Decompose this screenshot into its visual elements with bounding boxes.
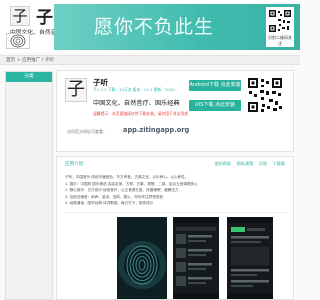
breadcrumb-bar: 首页 > 应用推广 / 子听 bbox=[0, 55, 300, 65]
banner-qr: 识别二维码关注 bbox=[266, 7, 294, 47]
app-url-link[interactable]: app.zitingapp.org bbox=[123, 126, 189, 134]
fingerprint-icon bbox=[117, 217, 167, 299]
intro-line: 4. 经典诵读：国学经典·诗词歌赋，每日打卡，陪伴成长 bbox=[65, 201, 154, 205]
detail-links: 使用帮助 隐私政策 问答 下载量 bbox=[210, 161, 285, 167]
breadcrumb[interactable]: 首页 > 应用推广 / 子听 bbox=[6, 57, 54, 63]
detail-link[interactable]: 隐私政策 bbox=[237, 161, 254, 166]
site-logo[interactable]: 子 bbox=[10, 6, 30, 26]
download-warning: 温馨提示：本页面链接仅供下载安装，请勿用于非法用途 bbox=[93, 111, 188, 116]
android-download-button[interactable]: Android下载 点此安装 bbox=[189, 80, 241, 91]
app-screenshot-2[interactable] bbox=[173, 217, 219, 299]
detail-title: 应用介绍 bbox=[65, 162, 84, 167]
sidebar-header[interactable]: 分类 bbox=[6, 72, 52, 82]
ios-download-button[interactable]: iOS下载 点此安装 bbox=[189, 100, 241, 111]
detail-link[interactable]: 问答 bbox=[259, 161, 267, 166]
intro-text: 子听，中国音乐·传统乐器音色，东方声音，古典文化，以乐养心，以心养性。 1. 国… bbox=[65, 174, 287, 207]
app-url-row: 访问官方网址可查看： app.zitingapp.org bbox=[67, 126, 189, 137]
banner-text: 愿你不负此生 bbox=[94, 16, 215, 38]
screenshot-gallery bbox=[117, 217, 277, 299]
app-tagline: 中国文化、自然音疗、国乐经典 bbox=[93, 100, 180, 107]
app-icon: 子 bbox=[65, 78, 87, 102]
detail-link[interactable]: 下载量 bbox=[272, 161, 285, 166]
app-player-preview-icon bbox=[227, 217, 273, 299]
app-url-label: 访问官方网址可查看： bbox=[67, 129, 107, 134]
sidebar: 分类 bbox=[5, 71, 53, 300]
app-list-preview-icon bbox=[173, 217, 219, 299]
app-screenshot-3[interactable] bbox=[227, 217, 273, 299]
qr-code-icon bbox=[247, 77, 283, 113]
qr-code-icon bbox=[268, 9, 292, 33]
site-header: 子 子听 中国文化、自然音疗、国学 愿你不负此生 识别二维码关注 bbox=[0, 0, 300, 52]
banner-qr-caption: 识别二维码关注 bbox=[268, 35, 292, 46]
divider bbox=[65, 212, 287, 213]
app-detail-panel: 应用介绍 使用帮助 隐私政策 问答 下载量 子听，中国音乐·传统乐器音色，东方声… bbox=[56, 156, 294, 300]
detail-link[interactable]: 使用帮助 bbox=[214, 161, 231, 166]
fingerprint-seal-icon bbox=[6, 33, 30, 49]
app-screenshot-1[interactable] bbox=[117, 217, 167, 299]
download-qr bbox=[247, 77, 283, 113]
app-card: 子 子听 子1.2.3 下载：10万次 版本：v1.2 更新：2020 中国文化… bbox=[56, 70, 294, 152]
header-banner[interactable]: 愿你不负此生 识别二维码关注 bbox=[54, 4, 300, 50]
app-meta: 子1.2.3 下载：10万次 版本：v1.2 更新：2020 bbox=[93, 87, 175, 92]
